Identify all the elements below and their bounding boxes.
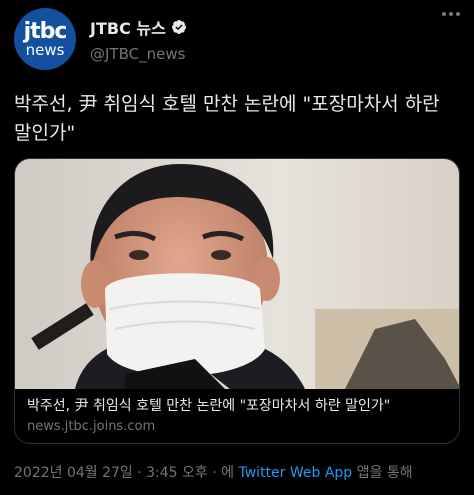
author-name-row: JTBC 뉴스 (90, 15, 187, 39)
author-handle[interactable]: @JTBC_news (90, 45, 187, 63)
card-footer: 박주선, 尹 취임식 호텔 만찬 논란에 "포장마차서 하란 말인가" news… (15, 389, 459, 443)
tweet-header: jtbc news JTBC 뉴스 @JTBC_news (14, 8, 460, 70)
card-title: 박주선, 尹 취임식 호텔 만찬 논란에 "포장마차서 하란 말인가" (27, 398, 391, 414)
meta-via: 에 (221, 465, 235, 481)
avatar-logo-bottom: news (25, 40, 65, 59)
author-name[interactable]: JTBC 뉴스 (90, 15, 166, 39)
tweet-source-link[interactable]: Twitter Web App (239, 465, 353, 481)
tweet: jtbc news JTBC 뉴스 @JTBC_news 박주선, 尹 취임식 … (0, 0, 474, 495)
tweet-timestamp[interactable]: 2022년 04월 27일 · 3:45 오후 · (14, 465, 221, 481)
author-info: JTBC 뉴스 @JTBC_news (90, 15, 187, 63)
news-photo (15, 159, 459, 389)
meta-suffix: 앱을 통해 (352, 465, 413, 481)
tweet-text: 박주선, 尹 취임식 호텔 만찬 논란에 "포장마차서 하란 말인가" (14, 93, 440, 144)
link-card[interactable]: 박주선, 尹 취임식 호텔 만찬 논란에 "포장마차서 하란 말인가" news… (14, 158, 460, 444)
avatar-logo-top: jtbc (23, 18, 68, 44)
verified-badge-icon (171, 20, 186, 34)
card-image (15, 159, 459, 389)
avatar[interactable]: jtbc news (14, 8, 76, 70)
more-options-icon[interactable] (442, 12, 460, 16)
card-domain: news.jtbc.joins.com (27, 419, 156, 434)
tweet-meta: 2022년 04월 27일 · 3:45 오후 · 에 Twitter Web … (14, 462, 413, 482)
